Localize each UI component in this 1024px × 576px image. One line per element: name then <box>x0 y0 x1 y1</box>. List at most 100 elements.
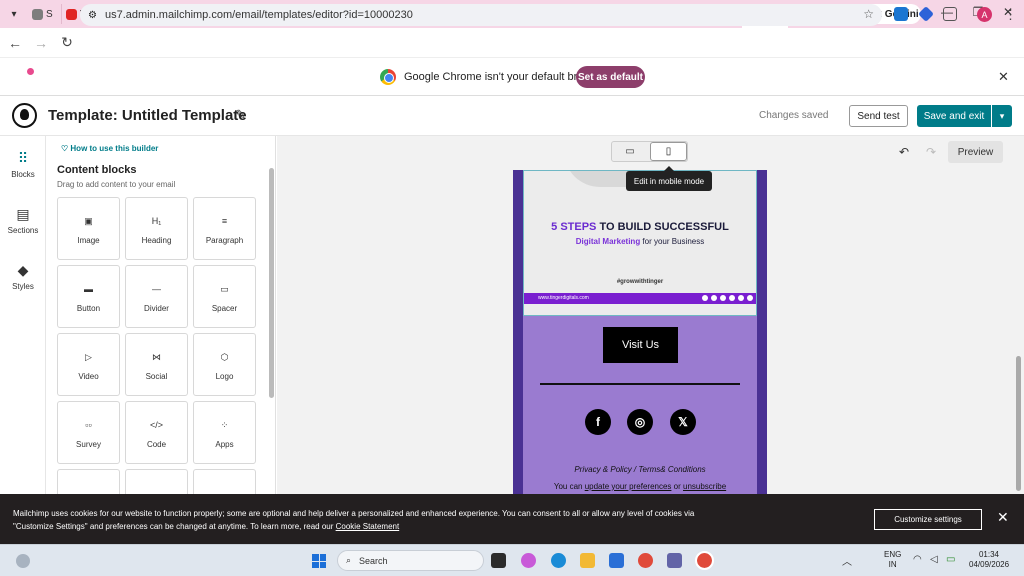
rail-item-styles[interactable]: ◆ Styles <box>0 262 46 291</box>
reload-icon[interactable]: ↻ <box>54 34 80 51</box>
block-button[interactable]: ▬ Button <box>57 265 120 328</box>
block-video[interactable]: ▷ Video <box>57 333 120 396</box>
block-label: Button <box>76 304 101 313</box>
email-banner-image[interactable]: 5 STEPS TO BUILD SUCCESSFUL Digital Mark… <box>523 170 757 316</box>
default-browser-infobar: Google Chrome isn't your default browser… <box>0 58 1024 96</box>
block-placeholder[interactable] <box>57 469 120 494</box>
visit-us-button[interactable]: Visit Us <box>603 327 678 363</box>
tab-search-icon[interactable]: ▾ <box>0 0 28 28</box>
update-preferences-link[interactable]: update your preferences <box>585 482 672 491</box>
tab-favicon-icon <box>66 8 77 20</box>
tray-overflow-icon[interactable]: ︿ <box>842 553 852 568</box>
facebook-icon[interactable]: f <box>585 409 611 435</box>
clock-date: 04/09/2026 <box>969 560 1010 569</box>
chrome-icon[interactable] <box>638 553 653 568</box>
block-social[interactable]: ⋈ Social <box>125 333 188 396</box>
customize-settings-button[interactable]: Customize settings <box>874 509 982 530</box>
search-icon: ⌕ <box>346 555 352 565</box>
block-code[interactable]: </> Code <box>125 401 188 464</box>
spacer-block-icon: ▭ <box>220 284 229 294</box>
rail-label: Blocks <box>11 170 35 179</box>
copilot-icon[interactable] <box>521 553 536 568</box>
canvas-scrollbar[interactable] <box>1016 356 1021 491</box>
cookie-close-icon[interactable]: ✕ <box>997 509 1009 526</box>
volume-icon[interactable]: ◁ <box>930 554 938 565</box>
forward-icon[interactable]: → <box>28 35 54 51</box>
email-divider <box>540 383 740 385</box>
bookmark-star-icon[interactable]: ☆ <box>863 7 874 21</box>
mobile-view-icon[interactable]: ▯ <box>650 142 687 161</box>
headline-accent: 5 STEPS <box>551 221 597 233</box>
undo-icon[interactable]: ↶ <box>899 145 909 159</box>
new-badge-icon <box>27 68 34 75</box>
mailchimp-logo-icon[interactable] <box>12 103 37 128</box>
block-heading[interactable]: H₁ Heading <box>125 197 188 260</box>
start-menu-icon[interactable] <box>312 554 326 568</box>
extension-icon[interactable] <box>894 7 908 21</box>
wifi-icon[interactable]: ◠ <box>913 554 922 565</box>
file-explorer-icon[interactable] <box>580 553 595 568</box>
sections-icon: ▤ <box>16 206 30 222</box>
logo-block-icon: ⬡ <box>220 352 229 362</box>
divider-block-icon: — <box>152 284 161 294</box>
edge-icon[interactable] <box>551 553 566 568</box>
edit-title-pencil-icon[interactable]: ✎ <box>235 107 246 123</box>
how-to-link[interactable]: ♡ How to use this builder <box>61 144 158 153</box>
instagram-icon[interactable]: ◎ <box>627 409 653 435</box>
redo-icon[interactable]: ↷ <box>926 145 936 159</box>
task-view-icon[interactable] <box>491 553 506 568</box>
address-bar[interactable]: ⚙ us7.admin.mailchimp.com/email/template… <box>80 4 882 26</box>
send-test-button[interactable]: Send test <box>849 105 908 127</box>
block-logo[interactable]: ⬡ Logo <box>193 333 256 396</box>
template-title: Template: Untitled Template <box>48 107 247 124</box>
panel-scrollbar[interactable] <box>269 168 274 398</box>
mobile-mode-tooltip: Edit in mobile mode <box>626 166 712 191</box>
block-divider[interactable]: — Divider <box>125 265 188 328</box>
taskbar-search-label: Search <box>359 555 388 566</box>
preview-button[interactable]: Preview <box>948 141 1003 163</box>
block-apps[interactable]: ⁘ Apps <box>193 401 256 464</box>
cookie-statement-link[interactable]: Cookie Statement <box>336 522 400 531</box>
chevron-down-icon[interactable]: ▾ <box>992 105 1012 127</box>
paint-bucket-icon: ◆ <box>17 262 29 278</box>
block-spacer[interactable]: ▭ Spacer <box>193 265 256 328</box>
block-label: Spacer <box>211 304 238 313</box>
email-policy-links[interactable]: Privacy & Policy / Terms& Conditions <box>523 465 757 474</box>
block-paragraph[interactable]: ≡ Paragraph <box>193 197 256 260</box>
image-block-icon: ▣ <box>84 216 93 226</box>
infobar-close-icon[interactable]: ✕ <box>998 69 1009 85</box>
weather-icon[interactable] <box>16 554 30 568</box>
chrome-active-icon[interactable] <box>695 551 714 570</box>
chrome-menu-icon[interactable]: ⋮ <box>1004 7 1017 23</box>
profile-avatar[interactable]: A <box>977 7 992 22</box>
banner-headline: 5 STEPS TO BUILD SUCCESSFUL <box>524 221 756 233</box>
block-placeholder[interactable] <box>193 469 256 494</box>
heading-block-icon: H₁ <box>151 216 162 226</box>
unsubscribe-link[interactable]: unsubscribe <box>683 482 726 491</box>
block-label: Social <box>145 372 168 381</box>
battery-icon[interactable]: ▭ <box>946 554 955 565</box>
set-as-default-button[interactable]: Set as default <box>576 66 645 88</box>
panel-title: Content blocks <box>57 164 137 176</box>
desktop-view-icon[interactable]: ▭ <box>612 142 648 161</box>
browser-tab[interactable]: S <box>28 4 62 24</box>
teams-icon[interactable] <box>667 553 682 568</box>
back-icon[interactable]: ← <box>2 35 28 51</box>
block-image[interactable]: ▣ Image <box>57 197 120 260</box>
block-label: Apps <box>215 440 234 449</box>
block-survey[interactable]: ▫▫ Survey <box>57 401 120 464</box>
x-twitter-icon[interactable]: 𝕏 <box>670 409 696 435</box>
social-block-icon: ⋈ <box>152 352 161 362</box>
block-label: Image <box>77 236 100 245</box>
extensions-puzzle-icon[interactable] <box>943 7 957 21</box>
save-and-exit-button[interactable]: Save and exit <box>917 105 991 127</box>
rail-item-blocks[interactable]: ⠿ Blocks <box>0 150 46 179</box>
clock[interactable]: 01:34 04/09/2026 <box>969 550 1009 570</box>
outlook-icon[interactable] <box>609 553 624 568</box>
rail-item-sections[interactable]: ▤ Sections <box>0 206 46 235</box>
site-info-icon[interactable]: ⚙ <box>88 10 97 21</box>
social-dot-icon <box>729 295 735 301</box>
language-indicator[interactable]: ENG IN <box>884 550 901 570</box>
taskbar-search[interactable]: ⌕ Search <box>337 550 484 571</box>
block-placeholder[interactable] <box>125 469 188 494</box>
